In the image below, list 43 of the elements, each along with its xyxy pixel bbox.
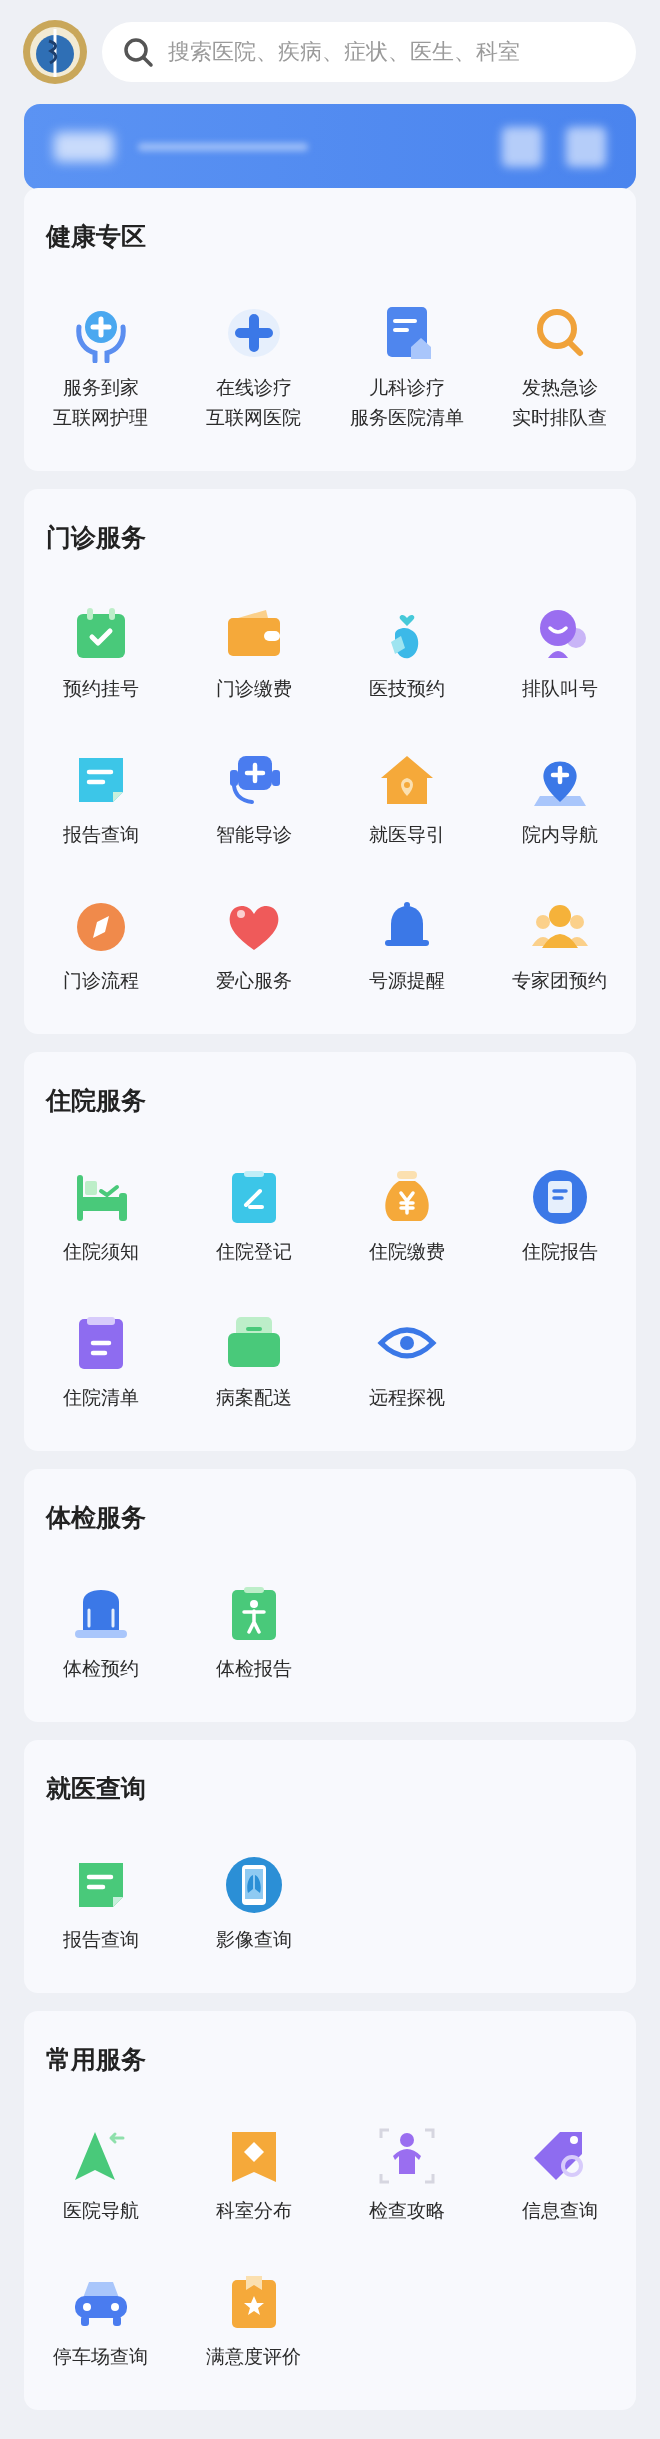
service-button[interactable]: 报告查询 [24,1855,177,1955]
service-button[interactable]: 体检报告 [177,1584,330,1684]
service-button[interactable]: 门诊流程 [24,896,177,996]
service-button[interactable]: 科室分布 [177,2126,330,2226]
service-button[interactable]: 号源提醒 [330,896,483,996]
service-button[interactable]: 儿科诊疗 服务医院清单 [330,303,483,433]
service-button[interactable]: 住院登记 [177,1167,330,1267]
section-title: 门诊服务 [45,522,147,552]
service-button[interactable]: 体检预约 [24,1584,177,1684]
section-title: 常用服务 [45,2044,147,2074]
service-button[interactable]: 发热急诊 实时排队查 [483,303,636,433]
service-button[interactable]: 专家团预约 [483,896,636,996]
service-button[interactable]: 门诊缴费 [177,604,330,704]
service-button[interactable]: 在线诊疗 互联网医院 [177,303,330,433]
service-button[interactable]: 满意度评价 [177,2272,330,2372]
service-button[interactable]: 排队叫号 [483,604,636,704]
service-button[interactable]: 住院缴费 [330,1167,483,1267]
service-button[interactable]: 住院须知 [24,1167,177,1267]
section-title: 住院服务 [44,1085,147,1115]
service-button[interactable]: 服务到家 互联网护理 [24,303,177,433]
service-button[interactable]: 远程探视 [330,1313,483,1413]
phone-lungs-icon [223,1855,284,1915]
service-button[interactable]: 就医导引 [330,750,483,850]
service-button[interactable]: 智能导诊 [177,750,330,850]
section-title: 体检服务 [44,1502,147,1532]
service-button[interactable]: 住院清单 [24,1313,177,1413]
service-button[interactable]: 病案配送 [177,1313,330,1413]
service-button[interactable]: 医院导航 [24,2126,177,2226]
service-button[interactable]: 住院报告 [483,1167,636,1267]
service-button[interactable]: 停车场查询 [24,2272,177,2372]
service-button[interactable]: 医技预约 [330,604,483,704]
service-button[interactable]: 院内导航 [483,750,636,850]
section-title: 就医查询 [45,1773,147,1803]
service-button[interactable]: 影像查询 [177,1855,330,1955]
search-icon [122,36,154,68]
search-field[interactable]: 搜索医院、疾病、症状、医生、科室 [102,22,636,82]
service-button[interactable]: 爱心服务 [177,896,330,996]
section-title: 健康专区 [44,221,147,251]
service-button[interactable]: 报告查询 [24,750,177,850]
service-button[interactable]: 信息查询 [483,2126,636,2226]
service-button[interactable]: 检查攻略 [330,2126,483,2226]
service-button[interactable]: 预约挂号 [24,604,177,704]
emblem-logo [22,19,88,85]
